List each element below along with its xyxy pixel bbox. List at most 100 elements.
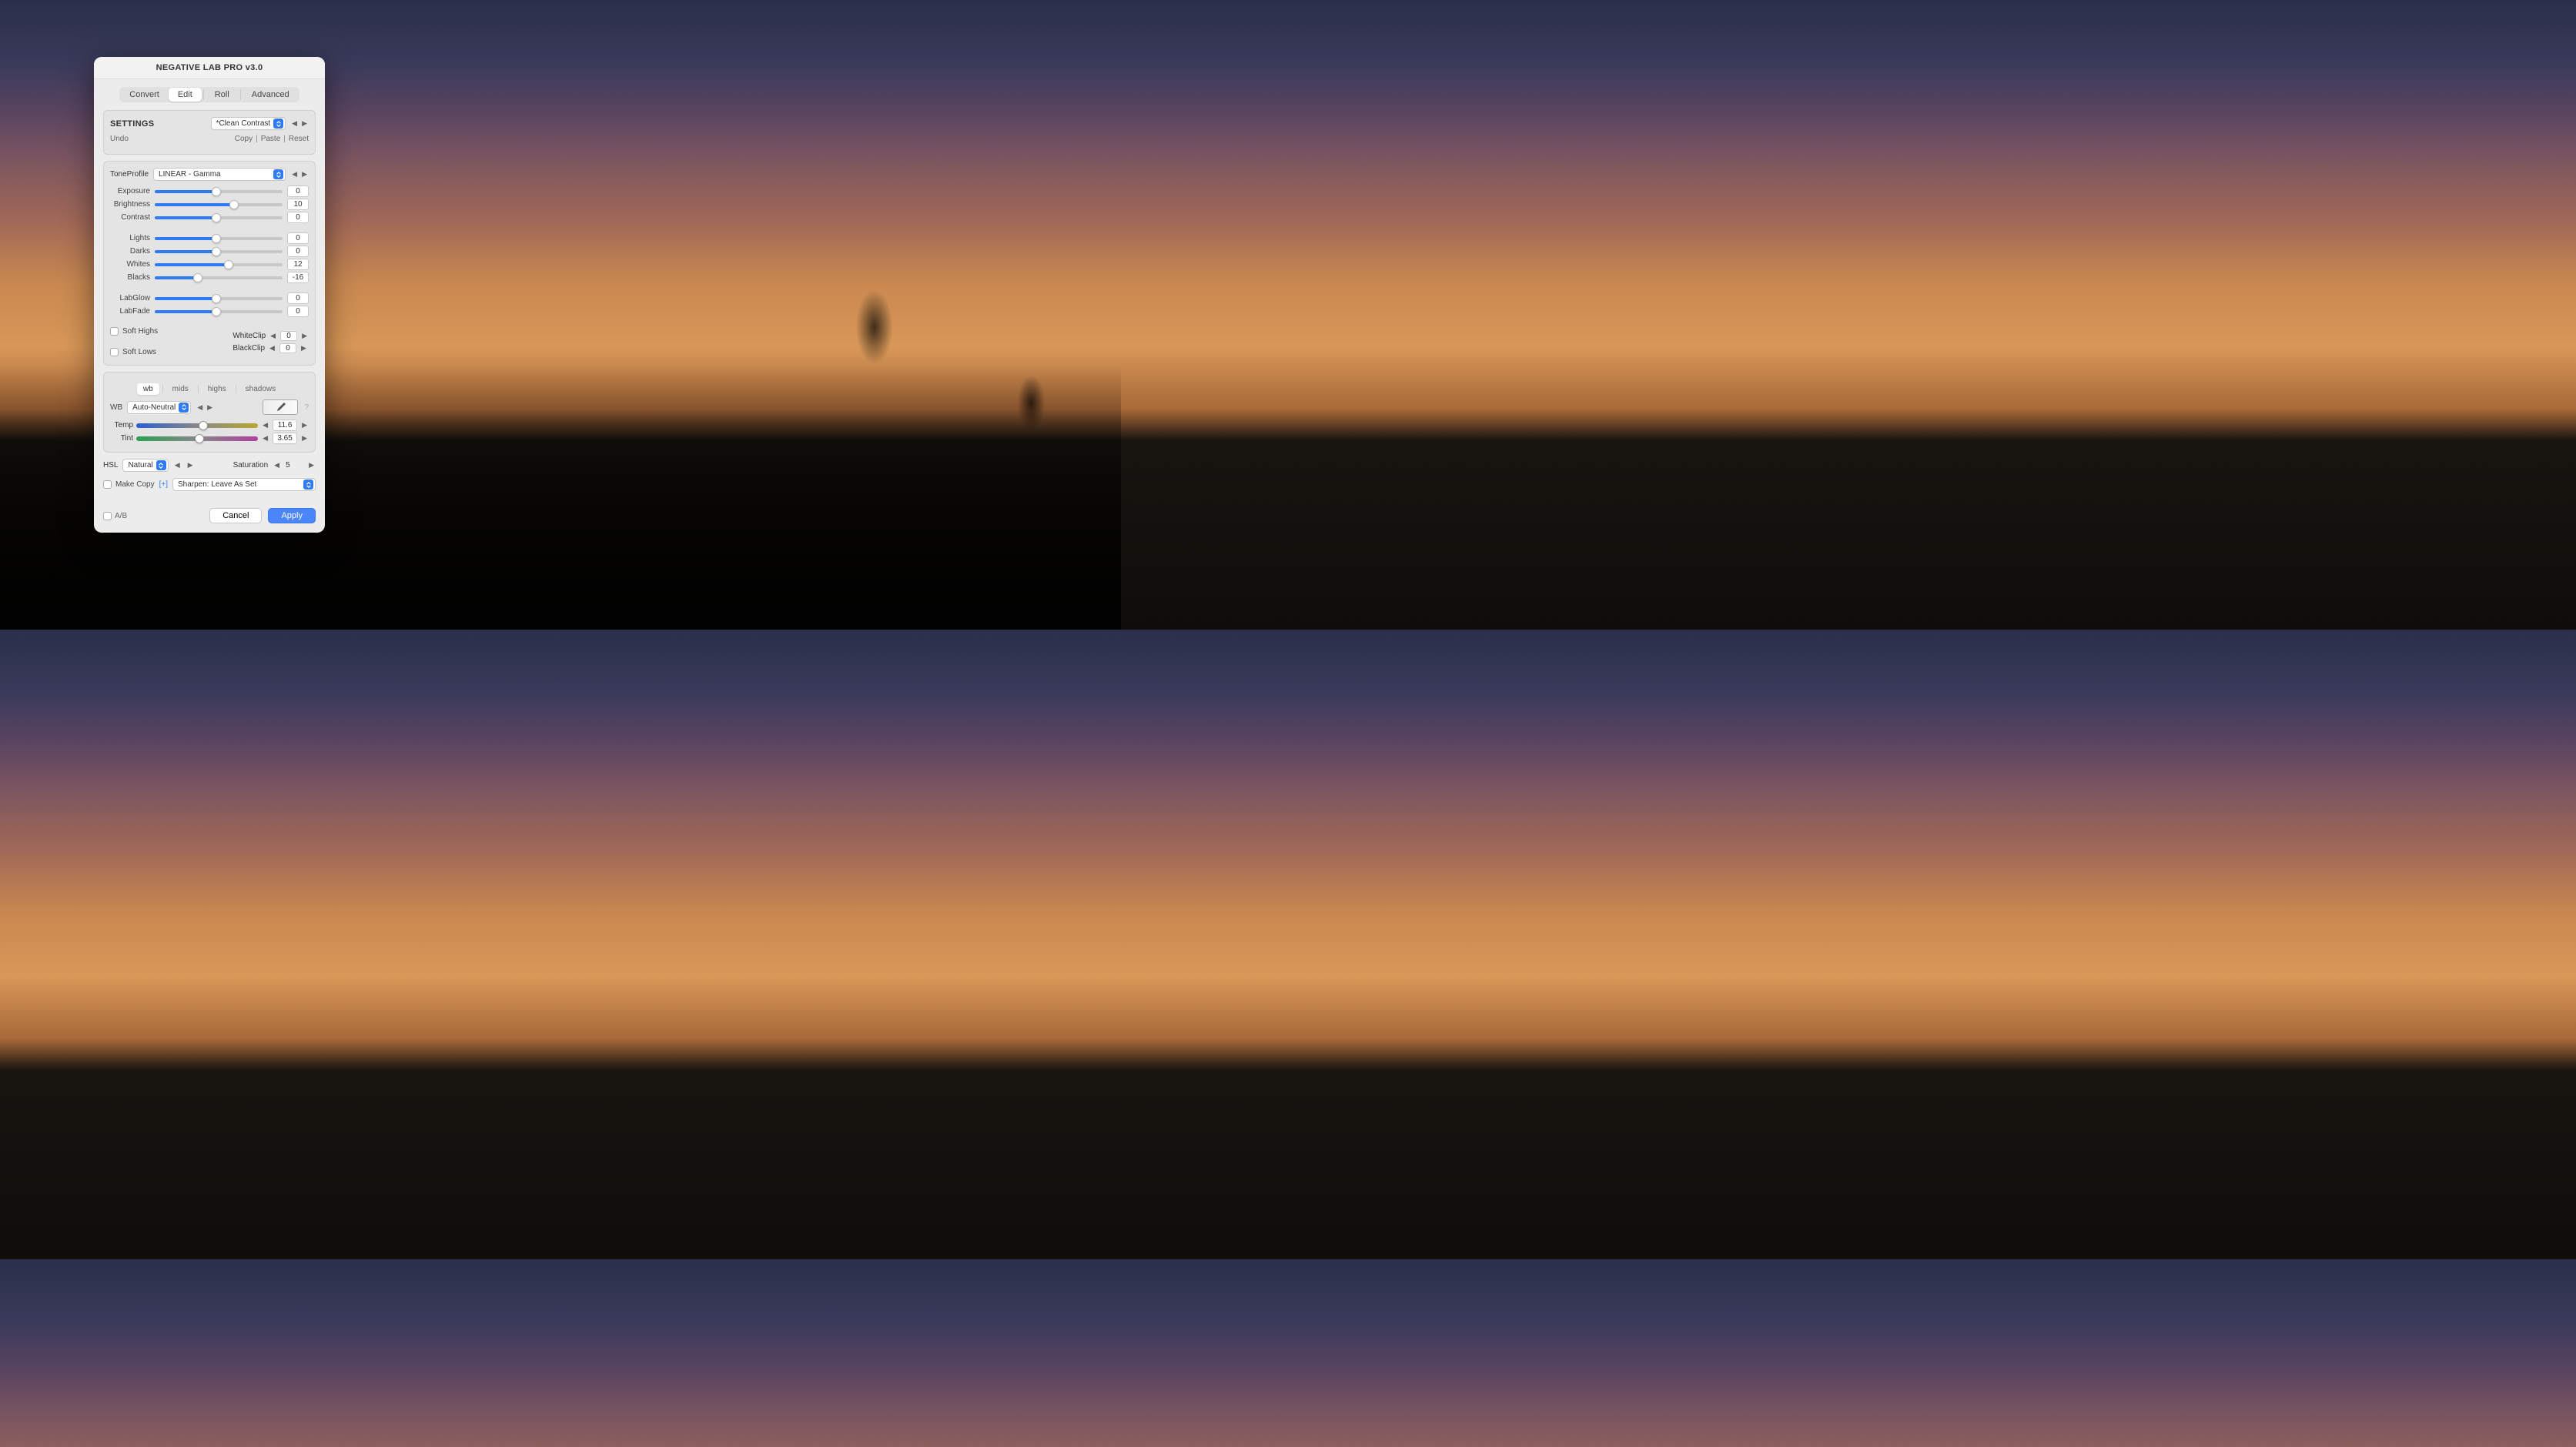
chevron-updown-icon — [179, 403, 189, 413]
contrast-slider[interactable] — [155, 216, 283, 219]
paste-link[interactable]: Paste — [261, 135, 281, 143]
whiteclip-value[interactable]: 0 — [280, 331, 297, 341]
ab-check[interactable]: A/B — [103, 512, 127, 520]
cancel-button[interactable]: Cancel — [209, 508, 262, 523]
tint-value[interactable]: 3.65 — [273, 433, 297, 444]
labfade-value[interactable]: 0 — [287, 306, 309, 317]
blacks-label: Blacks — [110, 273, 150, 282]
contrast-label: Contrast — [110, 213, 150, 222]
main-tabbar: Convert Edit Roll Advanced — [119, 87, 299, 102]
labglow-value[interactable]: 0 — [287, 292, 309, 304]
toneprofile-select[interactable]: LINEAR - Gamma — [153, 168, 286, 181]
tab-advanced[interactable]: Advanced — [243, 88, 299, 102]
wb-help[interactable]: ? — [304, 403, 309, 412]
nlp-dialog: NEGATIVE LAB PRO v3.0 Convert Edit Roll … — [94, 57, 325, 533]
lights-label: Lights — [110, 234, 150, 242]
darks-row: Darks 0 — [110, 246, 309, 257]
subtab-shadows[interactable]: shadows — [239, 383, 282, 395]
whiteclip-next[interactable]: ▶ — [300, 332, 309, 340]
toneprofile-next[interactable]: ▶ — [300, 170, 309, 179]
soft-highs-check[interactable]: Soft Highs — [110, 327, 158, 336]
slider-thumb — [212, 247, 221, 256]
exposure-row: Exposure 0 — [110, 185, 309, 197]
temp-next[interactable]: ▶ — [300, 421, 309, 429]
labfade-label: LabFade — [110, 307, 150, 316]
blackclip-value[interactable]: 0 — [279, 343, 296, 353]
brightness-slider[interactable] — [155, 203, 283, 206]
tint-slider[interactable] — [136, 436, 258, 441]
blacks-value[interactable]: -16 — [287, 272, 309, 283]
chevron-updown-icon — [273, 169, 283, 179]
saturation-prev[interactable]: ◀ — [273, 461, 281, 470]
darks-label: Darks — [110, 247, 150, 256]
whites-label: Whites — [110, 260, 150, 269]
whites-row: Whites 12 — [110, 259, 309, 270]
saturation-next[interactable]: ▶ — [307, 461, 316, 470]
preset-next[interactable]: ▶ — [300, 119, 309, 128]
tab-convert[interactable]: Convert — [120, 88, 169, 102]
slider-thumb — [195, 434, 204, 443]
chevron-updown-icon — [273, 119, 283, 129]
hsl-select[interactable]: Natural — [122, 459, 168, 472]
contrast-value[interactable]: 0 — [287, 212, 309, 223]
tint-prev[interactable]: ◀ — [261, 434, 269, 443]
wb-label: WB — [110, 403, 122, 412]
tint-next[interactable]: ▶ — [300, 434, 309, 443]
labglow-slider[interactable] — [155, 297, 283, 300]
subtab-mids[interactable]: mids — [166, 383, 195, 395]
lights-row: Lights 0 — [110, 232, 309, 244]
soft-lows-check[interactable]: Soft Lows — [110, 348, 158, 356]
blackclip-next[interactable]: ▶ — [299, 344, 308, 353]
lights-value[interactable]: 0 — [287, 232, 309, 244]
copy-link[interactable]: Copy — [235, 135, 253, 143]
checkbox-icon — [110, 348, 119, 356]
lights-slider[interactable] — [155, 237, 283, 240]
wb-next[interactable]: ▶ — [206, 403, 214, 412]
exposure-value[interactable]: 0 — [287, 185, 309, 197]
tab-roll[interactable]: Roll — [206, 88, 239, 102]
brightness-value[interactable]: 10 — [287, 199, 309, 210]
darks-slider[interactable] — [155, 250, 283, 253]
toneprofile-prev[interactable]: ◀ — [290, 170, 299, 179]
saturation-value[interactable]: 5 — [286, 461, 303, 470]
blacks-row: Blacks -16 — [110, 272, 309, 283]
tab-edit[interactable]: Edit — [169, 88, 202, 102]
exposure-label: Exposure — [110, 187, 150, 195]
sharpen-select[interactable]: Sharpen: Leave As Set — [172, 478, 316, 491]
labglow-label: LabGlow — [110, 294, 150, 302]
wb-prev[interactable]: ◀ — [196, 403, 204, 412]
exposure-slider[interactable] — [155, 190, 283, 193]
slider-thumb — [199, 421, 208, 430]
whiteclip-prev[interactable]: ◀ — [269, 332, 277, 340]
chevron-updown-icon — [156, 460, 166, 470]
apply-button[interactable]: Apply — [268, 508, 316, 523]
subtab-wb[interactable]: wb — [137, 383, 159, 395]
whites-value[interactable]: 12 — [287, 259, 309, 270]
labglow-row: LabGlow 0 — [110, 292, 309, 304]
temp-prev[interactable]: ◀ — [261, 421, 269, 429]
hsl-prev[interactable]: ◀ — [173, 461, 182, 470]
hsl-next[interactable]: ▶ — [186, 461, 195, 470]
plus-link[interactable]: [+] — [159, 480, 168, 489]
checkbox-icon — [103, 480, 112, 489]
labfade-slider[interactable] — [155, 310, 283, 313]
preset-prev[interactable]: ◀ — [290, 119, 299, 128]
reset-link[interactable]: Reset — [289, 135, 309, 143]
contrast-row: Contrast 0 — [110, 212, 309, 223]
darks-value[interactable]: 0 — [287, 246, 309, 257]
preset-select[interactable]: *Clean Contrast — [211, 117, 286, 130]
undo-link[interactable]: Undo — [110, 135, 129, 143]
hsl-label: HSL — [103, 461, 118, 470]
whites-slider[interactable] — [155, 263, 283, 266]
make-copy-check[interactable]: Make Copy — [103, 480, 155, 489]
slider-thumb — [224, 260, 233, 269]
eyedropper-button[interactable] — [263, 399, 298, 415]
temp-value[interactable]: 11.6 — [273, 419, 297, 431]
blackclip-label: BlackClip — [233, 344, 265, 353]
eyedropper-icon — [274, 402, 286, 413]
blackclip-prev[interactable]: ◀ — [268, 344, 276, 353]
blacks-slider[interactable] — [155, 276, 283, 279]
subtab-highs[interactable]: highs — [202, 383, 233, 395]
temp-slider[interactable] — [136, 423, 258, 428]
wb-select[interactable]: Auto-Neutral — [127, 401, 191, 414]
